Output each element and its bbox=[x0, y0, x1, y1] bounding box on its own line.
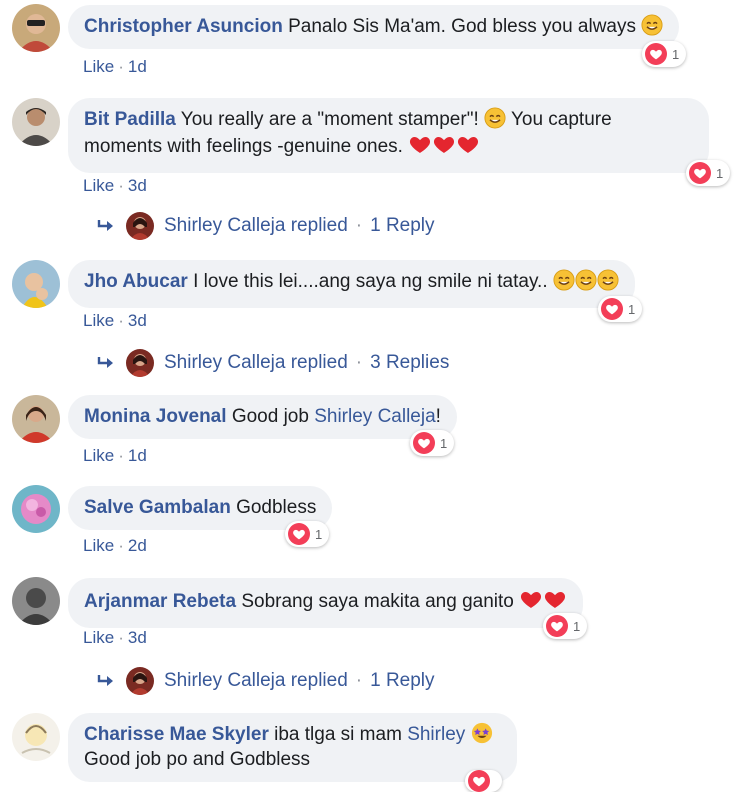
reaction-badge[interactable]: 1 bbox=[410, 430, 455, 456]
reaction-badge[interactable]: 1 bbox=[642, 41, 687, 67]
reply-count: 1 Reply bbox=[370, 670, 435, 691]
replier-name: Shirley Calleja bbox=[164, 352, 286, 373]
reply-arrow-icon bbox=[96, 355, 116, 371]
reaction-count: 1 bbox=[628, 301, 636, 317]
comment-author[interactable]: Christopher Asuncion bbox=[84, 16, 283, 37]
replied-label: replied bbox=[290, 215, 348, 236]
comment-meta: Like · 1d bbox=[83, 57, 147, 76]
avatar[interactable] bbox=[12, 395, 60, 443]
reply-arrow-icon bbox=[96, 673, 116, 689]
replier-avatar bbox=[126, 667, 154, 695]
love-reaction-icon bbox=[601, 298, 623, 320]
avatar[interactable] bbox=[12, 713, 60, 761]
like-link[interactable]: Like bbox=[83, 311, 114, 330]
comment-author[interactable]: Salve Gambalan bbox=[84, 497, 231, 518]
comment-text: You really are a "moment stamper"! bbox=[180, 109, 479, 130]
reaction-badge[interactable]: 1 bbox=[285, 521, 330, 547]
reaction-count: 1 bbox=[716, 165, 724, 181]
comment-author[interactable]: Jho Abucar bbox=[84, 271, 188, 292]
timestamp[interactable]: 3d bbox=[128, 628, 147, 647]
replier-name: Shirley Calleja bbox=[164, 670, 286, 691]
comment-bubble: Arjanmar Rebeta Sobrang saya makita ang … bbox=[68, 578, 584, 628]
reaction-count: 1 bbox=[672, 46, 680, 62]
replier-avatar bbox=[126, 212, 154, 240]
red-hearts-icon bbox=[408, 132, 480, 163]
comment-bubble: Christopher Asuncion Panalo Sis Ma'am. G… bbox=[68, 5, 680, 49]
avatar[interactable] bbox=[12, 4, 60, 52]
comment-text: Sobrang saya makita ang ganito bbox=[241, 591, 514, 612]
replier-name: Shirley Calleja bbox=[164, 215, 286, 236]
like-link[interactable]: Like bbox=[83, 536, 114, 555]
comment-meta: Like · 3d bbox=[83, 311, 147, 330]
comment-bubble: Charisse Mae Skyler iba tlga si mam Shir… bbox=[68, 713, 517, 782]
love-reaction-icon bbox=[645, 43, 667, 65]
timestamp[interactable]: 3d bbox=[128, 311, 147, 330]
comment-author[interactable]: Monina Jovenal bbox=[84, 406, 227, 427]
reaction-badge[interactable]: 1 bbox=[686, 160, 731, 186]
replied-label: replied bbox=[290, 670, 348, 691]
comment-text: I love this lei....ang saya ng smile ni … bbox=[193, 271, 548, 292]
comment-meta: Like · 3d bbox=[83, 628, 147, 647]
replies-link[interactable]: Shirley Calleja replied · 3 Replies bbox=[96, 349, 449, 377]
reaction-count: 1 bbox=[573, 618, 581, 634]
reaction-badge[interactable] bbox=[465, 770, 502, 792]
comment-text: Good job bbox=[231, 406, 309, 427]
avatar[interactable] bbox=[12, 260, 60, 308]
replier-avatar bbox=[126, 349, 154, 377]
reply-arrow-icon bbox=[96, 218, 116, 234]
smile-emojis-icon bbox=[553, 269, 619, 298]
avatar[interactable] bbox=[12, 485, 60, 533]
reply-count: 1 Reply bbox=[370, 215, 435, 236]
reaction-count: 1 bbox=[315, 526, 323, 542]
comment-text: Panalo Sis Ma'am. God bless you always bbox=[288, 16, 636, 37]
timestamp[interactable]: 2d bbox=[128, 536, 147, 555]
comment-text-suffix: ! bbox=[435, 406, 441, 427]
reply-count: 3 Replies bbox=[370, 352, 450, 373]
love-reaction-icon bbox=[288, 523, 310, 545]
comment-author[interactable]: Bit Padilla bbox=[84, 109, 176, 130]
comment-text: iba tlga si mam bbox=[274, 724, 402, 745]
replies-link[interactable]: Shirley Calleja replied · 1 Reply bbox=[96, 667, 435, 695]
comment-meta: Like · 3d bbox=[83, 176, 147, 195]
grin-emoji-icon bbox=[641, 14, 663, 36]
mention-link[interactable]: Shirley Calleja bbox=[314, 406, 435, 427]
timestamp[interactable]: 3d bbox=[128, 176, 147, 195]
comment-author[interactable]: Charisse Mae Skyler bbox=[84, 724, 269, 745]
replied-label: replied bbox=[290, 352, 348, 373]
like-link[interactable]: Like bbox=[83, 57, 114, 76]
like-link[interactable]: Like bbox=[83, 628, 114, 647]
comment-bubble: Bit Padilla You really are a "moment sta… bbox=[68, 98, 709, 173]
like-link[interactable]: Like bbox=[83, 176, 114, 195]
comment-meta: Like · 1d bbox=[83, 446, 147, 465]
avatar[interactable] bbox=[12, 577, 60, 625]
comment-text: Good job po and Godbless bbox=[84, 749, 311, 770]
kiss-emoji-icon bbox=[484, 107, 506, 129]
star-struck-emoji-icon bbox=[471, 722, 492, 744]
comment-text: moments with feelings -genuine ones. bbox=[84, 136, 403, 157]
love-reaction-icon bbox=[546, 615, 568, 637]
like-link[interactable]: Like bbox=[83, 446, 114, 465]
comment-author[interactable]: Arjanmar Rebeta bbox=[84, 591, 236, 612]
love-reaction-icon bbox=[413, 432, 435, 454]
comment-bubble: Jho Abucar I love this lei....ang saya n… bbox=[68, 260, 635, 308]
comment-text: Godbless bbox=[236, 497, 317, 518]
comment-meta: Like · 2d bbox=[83, 536, 147, 555]
timestamp[interactable]: 1d bbox=[128, 57, 147, 76]
comment-text: You capture bbox=[510, 109, 612, 130]
reaction-badge[interactable]: 1 bbox=[598, 296, 643, 322]
timestamp[interactable]: 1d bbox=[128, 446, 147, 465]
love-reaction-icon bbox=[468, 770, 490, 792]
replies-link[interactable]: Shirley Calleja replied · 1 Reply bbox=[96, 212, 435, 240]
avatar[interactable] bbox=[12, 98, 60, 146]
comment-bubble: Monina Jovenal Good job Shirley Calleja! bbox=[68, 395, 457, 439]
love-reaction-icon bbox=[689, 162, 711, 184]
reaction-count: 1 bbox=[440, 435, 448, 451]
mention-link[interactable]: Shirley bbox=[407, 724, 465, 745]
reaction-badge[interactable]: 1 bbox=[543, 613, 588, 639]
